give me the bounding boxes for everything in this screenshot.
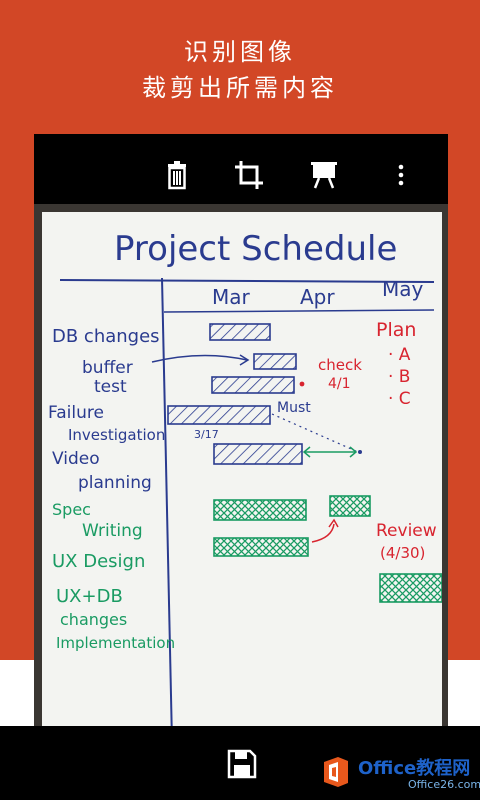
gantt-bar [167,405,271,425]
month-label: May [382,277,424,301]
month-label: Mar [212,285,251,309]
dot [299,381,305,387]
note-check: check [318,356,362,374]
note-must: Must [277,400,311,416]
gantt-bar [253,353,297,370]
task-label: test [94,377,127,397]
task-label: Writing [82,521,143,541]
arrow [151,354,248,363]
gantt-bar [213,499,307,521]
task-label: Implementation [56,634,175,652]
headline-line-1: 识别图像 [184,38,296,66]
note-review-date: (4/30) [380,544,425,562]
task-label: Investigation [68,426,165,444]
gantt-bar [211,376,295,394]
gantt-bar [213,443,303,465]
top-toolbar [34,134,448,212]
board-title: Project Schedule [114,229,397,269]
arrow [311,523,335,543]
save-icon[interactable] [226,748,258,780]
headline-line-2: 裁剪出所需内容 [142,74,338,102]
more-vertical-icon[interactable] [386,160,416,190]
note-review: Review [376,521,437,541]
headline: 识别图像 裁剪出所需内容 [0,34,480,106]
whiteboard-image: Project Schedule Mar Apr May DB changes … [42,212,443,792]
task-label: Failure [48,403,104,423]
task-label: buffer [82,358,133,378]
note-check-date: 4/1 [328,376,351,392]
phone-screen: Project Schedule Mar Apr May DB changes … [34,134,448,800]
watermark-brand: Office教程网 [358,758,471,779]
gantt-bar [329,495,371,517]
task-label: planning [78,473,152,493]
note-plan: Plan [376,319,416,341]
note-date: 3/17 [194,428,219,441]
watermark-sub: Office26.com [408,778,480,791]
month-line [163,309,435,313]
month-label: Apr [300,285,335,309]
gantt-bar [379,573,443,603]
whiteboard-drawing: Project Schedule Mar Apr May DB changes … [48,229,443,743]
gantt-bar [209,323,271,341]
task-label: UX+DB [56,586,123,607]
task-label: UX Design [52,551,145,572]
note-plan-item: · A [388,345,411,365]
task-label: Spec [52,500,91,519]
header-line [59,279,435,283]
dot [358,450,362,454]
task-label: DB changes [52,326,160,347]
whiteboard-icon[interactable] [309,160,339,190]
captured-photo[interactable]: Project Schedule Mar Apr May DB changes … [34,204,448,794]
crop-icon[interactable] [234,160,264,190]
note-plan-item: · C [388,389,411,409]
gantt-bar [213,537,309,557]
note-plan-item: · B [388,367,410,387]
office-logo-icon [324,757,348,787]
task-label: changes [60,610,127,629]
column-line [161,277,173,743]
trash-icon[interactable] [162,160,192,190]
task-label: Video [52,449,100,469]
watermark: Office教程网 Office26.com [318,748,480,796]
